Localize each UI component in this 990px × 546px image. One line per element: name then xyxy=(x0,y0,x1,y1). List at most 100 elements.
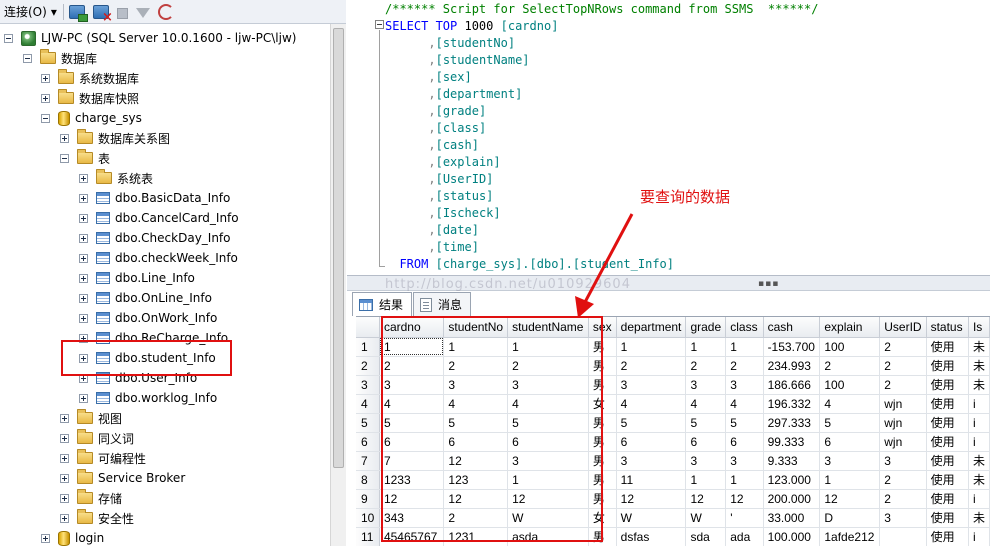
collapse-icon[interactable] xyxy=(41,113,50,123)
grid-cell[interactable]: 2 xyxy=(879,375,927,395)
table-row[interactable]: 10 343 2 W 女 W W ' 33.000 D 3 使用未 xyxy=(356,508,990,528)
grid-row-number[interactable]: 5 xyxy=(356,413,380,433)
tab-results[interactable]: 结果 xyxy=(352,292,413,316)
grid-cell[interactable]: 5 xyxy=(443,413,509,433)
grid-cell[interactable]: 1 xyxy=(725,337,764,357)
grid-column-header[interactable]: cash xyxy=(763,317,821,338)
grid-cell[interactable]: 3 xyxy=(879,508,927,528)
grid-column-header[interactable]: grade xyxy=(685,317,727,338)
expand-icon[interactable] xyxy=(60,493,69,503)
grid-cell[interactable]: 2 xyxy=(879,470,927,490)
tree-node-security[interactable]: 安全性 xyxy=(60,508,134,528)
grid-cell[interactable]: 3 xyxy=(507,375,589,395)
grid-cell[interactable]: i xyxy=(968,527,990,546)
grid-row-number[interactable]: 2 xyxy=(356,356,380,376)
grid-cell[interactable]: 3 xyxy=(685,451,727,471)
grid-cell[interactable]: 使用 xyxy=(926,394,969,414)
grid-cell[interactable]: 6 xyxy=(819,432,881,452)
grid-cell[interactable]: 6 xyxy=(443,432,509,452)
grid-cell[interactable]: 使用 xyxy=(926,337,969,357)
tree-node-table-student-info[interactable]: dbo.student_Info xyxy=(79,348,216,368)
tree-node-database-login[interactable]: login xyxy=(41,528,104,546)
grid-row-number[interactable]: 6 xyxy=(356,432,380,452)
stop-icon[interactable] xyxy=(116,7,128,19)
connect-object-explorer-icon[interactable] xyxy=(68,4,88,22)
grid-cell[interactable]: 3 xyxy=(725,375,764,395)
grid-cell[interactable]: 12 xyxy=(443,489,509,509)
grid-cell[interactable]: 3 xyxy=(379,375,445,395)
expand-icon[interactable] xyxy=(60,453,69,463)
grid-column-header[interactable]: Is xyxy=(968,317,990,338)
table-row[interactable]: 4 4 4 4 女 4 4 4 196.332 4 wjn 使用 i xyxy=(356,394,990,414)
grid-row-number[interactable]: 8 xyxy=(356,470,380,490)
grid-cell[interactable]: 未 xyxy=(968,337,990,357)
grid-cell[interactable]: sda xyxy=(685,527,727,546)
expand-icon[interactable] xyxy=(79,313,88,323)
expand-icon[interactable] xyxy=(79,293,88,303)
grid-cell[interactable]: 使用 xyxy=(926,508,969,528)
grid-cell[interactable]: 100 xyxy=(819,337,881,357)
grid-row-number[interactable]: 11 xyxy=(356,527,380,546)
grid-cell[interactable]: 使用 xyxy=(926,375,969,395)
expand-icon[interactable] xyxy=(60,433,69,443)
grid-column-header[interactable]: status xyxy=(926,317,969,338)
grid-cell[interactable]: 5 xyxy=(725,413,764,433)
grid-cell[interactable]: 3 xyxy=(616,451,687,471)
grid-cell[interactable]: 12 xyxy=(819,489,881,509)
expand-icon[interactable] xyxy=(79,233,88,243)
grid-cell[interactable]: 男 xyxy=(588,527,617,546)
grid-cell[interactable]: 2 xyxy=(685,356,727,376)
grid-cell[interactable]: 1 xyxy=(819,470,881,490)
tree-node-table[interactable]: dbo.OnLine_Info xyxy=(79,288,212,308)
grid-row-number[interactable]: 7 xyxy=(356,451,380,471)
grid-cell[interactable]: -153.700 xyxy=(763,337,821,357)
grid-cell[interactable]: 3 xyxy=(725,451,764,471)
expand-icon[interactable] xyxy=(79,173,88,183)
grid-cell[interactable]: W xyxy=(507,508,589,528)
grid-cell[interactable]: 196.332 xyxy=(763,394,821,414)
grid-cell[interactable]: 1231 xyxy=(443,527,509,546)
object-explorer-scrollbar[interactable] xyxy=(330,24,346,546)
grid-column-header[interactable]: cardno xyxy=(379,317,445,338)
grid-cell[interactable]: 297.333 xyxy=(763,413,821,433)
disconnect-icon[interactable] xyxy=(92,4,113,25)
tree-node-table[interactable]: dbo.CheckDay_Info xyxy=(79,228,231,248)
grid-cell[interactable]: 4 xyxy=(685,394,727,414)
grid-cell[interactable]: 100 xyxy=(819,375,881,395)
query-editor[interactable]: /****** Script for SelectTopNRows comman… xyxy=(347,0,990,276)
grid-cell[interactable]: wjn xyxy=(879,394,927,414)
grid-cell[interactable]: 1 xyxy=(379,337,445,357)
tree-node-database-charge-sys[interactable]: charge_sys xyxy=(41,108,142,128)
grid-cell[interactable] xyxy=(879,527,927,546)
grid-cell[interactable]: 200.000 xyxy=(763,489,821,509)
grid-cell[interactable]: 使用 xyxy=(926,432,969,452)
grid-cell[interactable]: 使用 xyxy=(926,413,969,433)
grid-cell[interactable]: 12 xyxy=(443,451,509,471)
grid-cell[interactable]: 234.993 xyxy=(763,356,821,376)
collapse-icon[interactable] xyxy=(60,153,69,163)
tree-node-table[interactable]: dbo.ReCharge_Info xyxy=(79,328,228,348)
grid-cell[interactable]: 2 xyxy=(879,489,927,509)
tree-node-diagrams[interactable]: 数据库关系图 xyxy=(60,128,170,148)
table-row[interactable]: 2 2 2 2 男 2 2 2 234.993 2 2 使用未 xyxy=(356,356,990,376)
grid-cell[interactable]: 343 xyxy=(379,508,445,528)
expand-icon[interactable] xyxy=(60,413,69,423)
scrollbar-thumb[interactable] xyxy=(333,28,344,468)
grid-cell[interactable]: 使用 xyxy=(926,527,969,546)
grid-cell[interactable]: 1233 xyxy=(379,470,445,490)
results-grid[interactable]: cardno studentNo studentName sex department g… xyxy=(356,316,990,546)
tree-node-table[interactable]: dbo.CancelCard_Info xyxy=(79,208,239,228)
grid-cell[interactable]: 1 xyxy=(685,470,727,490)
tree-node-storage[interactable]: 存储 xyxy=(60,488,122,508)
grid-cell[interactable]: 3 xyxy=(685,375,727,395)
grid-cell[interactable]: 男 xyxy=(588,356,617,376)
grid-column-header[interactable]: sex xyxy=(588,317,617,338)
grid-cell[interactable]: 2 xyxy=(879,337,927,357)
grid-cell[interactable]: 9.333 xyxy=(763,451,821,471)
chevron-down-icon[interactable]: ▾ xyxy=(49,5,59,19)
grid-cell[interactable]: 2 xyxy=(725,356,764,376)
tab-messages[interactable]: 消息 xyxy=(413,292,472,316)
grid-cell[interactable]: 186.666 xyxy=(763,375,821,395)
tree-node-snapshots[interactable]: 数据库快照 xyxy=(41,88,139,108)
grid-cell[interactable]: 12 xyxy=(379,489,445,509)
